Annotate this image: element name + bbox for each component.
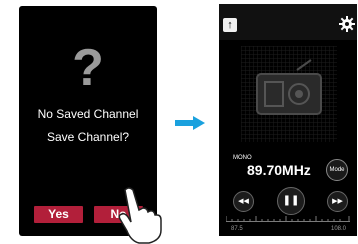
next-button[interactable]: ▶▶	[327, 191, 348, 212]
fm-radio-screen: ↑ MONO 89.70MHz Mode ◀◀ ❚❚ ▶▶ 87.5 108.0	[219, 4, 357, 236]
yes-button[interactable]: Yes	[34, 206, 83, 223]
gear-icon[interactable]	[339, 16, 355, 32]
mode-button[interactable]: Mode	[326, 159, 348, 181]
question-mark-icon: ?	[72, 39, 104, 97]
play-pause-button[interactable]: ❚❚	[277, 187, 305, 215]
audio-mode-label: MONO	[233, 155, 252, 161]
top-bar: ↑	[219, 4, 357, 40]
pointing-hand-icon	[118, 187, 162, 244]
tuner-scale[interactable]	[226, 216, 350, 222]
back-button[interactable]: ↑	[223, 18, 237, 32]
frequency-display: 89.70MHz	[247, 162, 311, 178]
save-channel-dialog-screen: ? No Saved Channel Save Channel? Yes No	[19, 6, 162, 244]
tuner-min-label: 87.5	[231, 226, 243, 232]
radio-icon	[241, 46, 337, 142]
no-saved-channel-text: No Saved Channel	[37, 107, 139, 121]
arrow-right-icon	[175, 116, 205, 130]
tuner-max-label: 108.0	[331, 226, 347, 232]
previous-button[interactable]: ◀◀	[233, 191, 254, 212]
save-channel-prompt: Save Channel?	[46, 130, 130, 144]
